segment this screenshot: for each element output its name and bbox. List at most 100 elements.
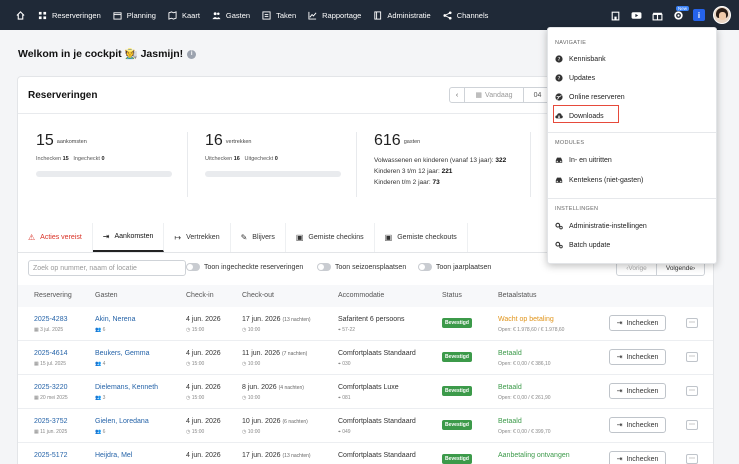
menu-item-kentekens[interactable]: Kentekens (niet-gasten) <box>555 176 643 184</box>
menu-item-kennisbank[interactable]: ? Kennisbank <box>555 55 606 63</box>
toggle-checked-in[interactable]: Toon ingecheckte reserveringen <box>186 263 303 271</box>
prev-label: Vorige <box>628 264 647 272</box>
tab-gemiste-checkouts[interactable]: ▣ Gemiste checkouts <box>375 223 468 252</box>
checkin-value: 15 <box>62 156 69 162</box>
more-button[interactable]: ⋯ <box>686 352 698 362</box>
reservation-link[interactable]: 2025-5172 <box>34 452 67 459</box>
svg-text:?: ? <box>558 76 561 82</box>
checkout-date: 10 jun. 2026 (6 nachten) <box>242 418 308 425</box>
reservation-link[interactable]: 2025-4614 <box>34 350 67 357</box>
departures-progress <box>205 171 341 177</box>
search-input[interactable]: Zoek op nummer, naam of locatie <box>28 260 186 276</box>
warning-icon: ⚠ <box>28 233 36 242</box>
nav-reserveringen[interactable]: Reserveringen <box>38 11 101 20</box>
table-row[interactable]: 2025-4614 ▦ 15 jul. 2025 Beukers, Gemma … <box>18 341 713 375</box>
table-row[interactable]: 2025-3752 ▦ 11 jun. 2025 Gielen, Loredan… <box>18 409 713 443</box>
tab-vertrekken[interactable]: ↦ Vertrekken <box>164 223 231 252</box>
nav-rapportage[interactable]: Rapportage <box>308 11 361 20</box>
menu-item-label: Administratie-instellingen <box>569 222 647 230</box>
building-icon[interactable] <box>609 9 621 21</box>
guest-link[interactable]: Gielen, Loredana <box>95 418 149 425</box>
checkin-button[interactable]: ⇥ Inchecken <box>609 315 666 331</box>
toggle-seasonal[interactable]: Toon seizoensplaatsen <box>317 263 406 271</box>
login-icon: ⇥ <box>102 232 110 241</box>
col-checkout[interactable]: Check-out <box>242 292 274 299</box>
prev-day-button[interactable]: ‹ <box>449 87 465 103</box>
toggle-label: Toon jaarplaatsen <box>436 263 492 271</box>
divider <box>548 198 716 199</box>
pax: 👥 4 <box>95 361 106 367</box>
tab-acties-vereist[interactable]: ⚠ Acties vereist <box>18 223 93 252</box>
menu-item-online-reserveren[interactable]: Online reserveren <box>555 93 625 101</box>
toggle-switch[interactable] <box>186 263 200 271</box>
nav-label: Reserveringen <box>52 10 101 20</box>
avatar[interactable] <box>713 6 731 24</box>
more-button[interactable]: ⋯ <box>686 454 698 464</box>
col-status[interactable]: Status <box>442 292 462 299</box>
checkin-button[interactable]: ⇥ Inchecken <box>609 383 666 399</box>
home-icon[interactable] <box>16 10 25 20</box>
departures-count: 16 <box>205 132 223 149</box>
nights: (7 nachten) <box>281 351 308 357</box>
info-icon[interactable]: i <box>187 50 197 59</box>
babies-value: 73 <box>432 179 440 186</box>
col-gasten[interactable]: Gasten <box>95 292 118 299</box>
payment-open: Open: € 0,00 / € 261,90 <box>498 395 551 401</box>
guest-link[interactable]: Dielemans, Kenneth <box>95 384 158 391</box>
checkin-button[interactable]: ⇥ Inchecken <box>609 349 666 365</box>
menu-item-updates[interactable]: ? Updates <box>555 74 595 82</box>
guest-link[interactable]: Heijdra, Mel <box>95 452 132 459</box>
nav-gasten[interactable]: Gasten <box>212 11 250 20</box>
main-nav: Reserveringen Planning Kaart Gasten Take… <box>16 0 500 30</box>
pax-count: 6 <box>102 327 106 333</box>
info-menu-button[interactable]: i <box>693 9 705 21</box>
col-checkin[interactable]: Check-in <box>186 292 214 299</box>
nav-administratie[interactable]: Administratie <box>373 11 431 20</box>
location-text: 57-22 <box>342 327 356 333</box>
table-row[interactable]: 2025-4283 ▦ 3 jul. 2025 Akin, Nerena 👥 6… <box>18 307 713 341</box>
checkout-date: 17 jun. 2026 (13 nachten) <box>242 452 311 459</box>
topbar-right: i <box>600 0 731 30</box>
accommodation: Comfortplaats Standaard <box>338 418 416 425</box>
reservation-link[interactable]: 2025-4283 <box>34 316 67 323</box>
more-button[interactable]: ⋯ <box>686 318 698 328</box>
nav-kaart[interactable]: Kaart <box>168 11 200 20</box>
tab-blijvers[interactable]: ✎ Blijvers <box>231 223 286 252</box>
youtube-icon[interactable] <box>630 9 642 21</box>
nights: (4 nachten) <box>278 385 304 391</box>
new-badge: New <box>675 6 689 11</box>
toggle-switch[interactable] <box>317 263 331 271</box>
nav-planning[interactable]: Planning <box>113 11 156 20</box>
guest-link[interactable]: Akin, Nerena <box>95 316 135 323</box>
checkin-button[interactable]: ⇥ Inchecken <box>609 451 666 464</box>
tab-gemiste-checkins[interactable]: ▣ Gemiste checkins <box>286 223 375 252</box>
table-row[interactable]: 2025-3220 ▦ 20 mei 2025 Dielemans, Kenne… <box>18 375 713 409</box>
guest-link[interactable]: Beukers, Gemma <box>95 350 149 357</box>
tab-aankomsten[interactable]: ⇥ Aankomsten <box>92 223 165 252</box>
checkin-date: 4 jun. 2026 <box>186 316 221 323</box>
col-accommodatie[interactable]: Accommodatie <box>338 292 384 299</box>
menu-item-administratie-instellingen[interactable]: Administratie-instellingen <box>555 222 647 230</box>
nav-taken[interactable]: Taken <box>262 11 296 20</box>
stat-guests: 616 gasten Volwassenen en kinderen (vanaf… <box>374 132 514 188</box>
menu-item-batch-update[interactable]: Batch update <box>555 241 610 249</box>
pax: 👥 6 <box>95 327 106 333</box>
toggle-switch[interactable] <box>418 263 432 271</box>
menu-item-label: Online reserveren <box>569 93 625 101</box>
more-button[interactable]: ⋯ <box>686 386 698 396</box>
nav-channels[interactable]: Channels <box>443 11 488 20</box>
col-betaalstatus[interactable]: Betaalstatus <box>498 292 537 299</box>
checkin-button[interactable]: ⇥ Inchecken <box>609 417 666 433</box>
reservation-link[interactable]: 2025-3220 <box>34 384 67 391</box>
toggle-yearly[interactable]: Toon jaarplaatsen <box>418 263 491 271</box>
col-reservering[interactable]: Reservering <box>34 292 72 299</box>
more-button[interactable]: ⋯ <box>686 420 698 430</box>
tab-label: Vertrekken <box>186 234 220 241</box>
table-row[interactable]: 2025-5172 Heijdra, Mel 4 jun. 2026 17 ju… <box>18 443 713 464</box>
menu-item-in-uitritten[interactable]: In- en uitritten <box>555 156 612 164</box>
checkout-date-text: 17 jun. 2026 <box>242 452 281 459</box>
reservation-link[interactable]: 2025-3752 <box>34 418 67 425</box>
next-label: Volgende <box>665 264 693 272</box>
today-button[interactable]: ▦ Vandaag <box>465 87 524 103</box>
gift-icon[interactable] <box>651 9 663 21</box>
